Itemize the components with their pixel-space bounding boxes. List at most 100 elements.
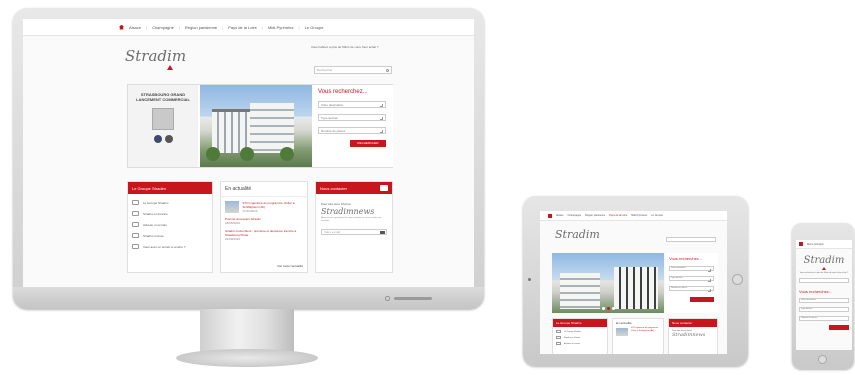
phone-type-select[interactable]: Type de bien [799,307,849,312]
phone-rooms-select[interactable]: Nombre de pièces [799,316,849,321]
nav-item-region-parisienne[interactable]: Région parisienne [185,25,217,30]
search-button[interactable]: RECHERCHER [350,140,386,147]
phone-icon [132,244,139,249]
tablet-rooms-select[interactable]: Nombre de pièces [669,286,714,292]
phone-search-input[interactable] [799,278,849,283]
logo-triangle-icon [822,267,826,270]
certification-badge-icon [164,135,173,143]
property-type-select[interactable]: Type de bien [318,114,386,121]
newsletter-text: Pour être tenu informé [321,202,351,206]
devices-mockup: Alsace | Champagne | Région parisienne | Pa… [0,0,855,375]
tablet-logo[interactable]: Stradim [555,228,600,241]
building-icon [556,330,561,333]
tablet-search-button[interactable] [690,297,714,302]
phone-search-title: Vous recherchez... [799,289,833,294]
newsletter-description: Abonnez-vous gratuitement à notre newsle… [321,217,382,222]
nav-item-pays-de-la-loire[interactable]: Pays de la Loire [228,25,257,30]
main-nav: Alsace | Champagne | Région parisienne | Pa… [23,19,474,36]
nav-item-alsace[interactable]: Alsace [129,25,141,30]
search-panel-title: Vous recherchez... [318,89,368,95]
rooms-select[interactable]: Nombre de pièces [318,127,386,134]
phone-nav[interactable]: Menu principal [796,240,852,249]
home-icon[interactable] [119,24,124,30]
group-box: Le Groupe Stradim Le Groupe Stradim Stra… [127,181,213,273]
tablet-nav-item-active[interactable]: Pays de la Loire [609,214,627,217]
tablet-search-panel: Vous recherchez... Votre destination Typ… [666,253,718,313]
map-icon [132,211,139,216]
tablet-contact-title[interactable]: Nous contacter [669,319,717,327]
group-box-title: Le Groupe Stradim [128,182,212,194]
phone-screen: Menu principal Stradim Vous recherchez à… [796,240,852,350]
phone-search-button[interactable] [829,325,849,330]
tablet-home-button[interactable] [732,274,743,285]
hero-banner: STRASBOURG GRAND LANCEMENT COMMERCIAL Vo… [127,84,393,168]
tablet-nav-item[interactable]: Le Groupe [651,214,663,217]
map-icon [556,336,561,339]
monitor-led-icon [385,296,390,301]
land-icon [132,222,139,227]
slider-dot[interactable] [602,307,605,310]
tablet-contact-box: Nous contacter Pour être tenu informé St… [668,318,718,354]
tablet-camera-icon [528,278,531,281]
newsletter-email-input[interactable]: Votre e-mail [321,229,387,235]
group-link[interactable]: Stradim en France [132,211,208,216]
search-placeholder: Rechercher [317,68,333,72]
tablet-news-title: En actualité [616,321,632,325]
tablet-search-title: Vous recherchez... [669,256,703,261]
phone-home-button[interactable] [818,355,827,364]
tablet-group-link[interactable]: Stradim en France [556,336,604,339]
land-icon [556,342,561,345]
tablet-nav-item[interactable]: Région parisienne [585,214,605,217]
newsletter-brand: Stradimnews [321,207,375,216]
mail-icon[interactable] [380,185,388,191]
tablet-nav-item[interactable]: Champagne [568,214,582,217]
tablet-nav-item[interactable]: Alsace [556,214,564,217]
tablet-nav-item[interactable]: Midi-Pyrénées [631,214,647,217]
tablet-nav: Alsace Champagne Région parisienne Pays … [540,211,727,221]
banner-promo[interactable]: STRASBOURG GRAND LANCEMENT COMMERCIAL [128,85,198,167]
logo-triangle-icon [167,65,173,70]
group-link[interactable]: Stradim recrute [132,233,208,238]
nav-item-midi-pyrenees[interactable]: Midi-Pyrénées [268,25,294,30]
news-item[interactable]: Stradim Colombiers : première et deuxièm… [225,229,303,241]
tablet-type-select[interactable]: Type de bien [669,276,714,282]
banner-thumbnail [152,108,174,130]
all-news-link[interactable]: Voir toute l'actualité [277,264,303,268]
slider-dot[interactable] [612,307,615,310]
tablet-group-link[interactable]: Le Groupe Stradim [556,330,604,333]
contact-box: Nous contacter Pour être tenu informé St… [315,181,393,273]
banner-title: STRASBOURG GRAND LANCEMENT COMMERCIAL [136,92,190,102]
tablet-group-title: Le Groupe Stradim [553,319,607,327]
monitor-power-bar [394,297,432,300]
news-thumbnail [225,201,240,213]
phone-tagline: Vous recherchez à plus de 50km de votre … [799,272,849,274]
search-input[interactable]: Rechercher [314,66,392,74]
tablet-search-input[interactable] [666,237,716,242]
site-logo[interactable]: Stradim [125,47,186,65]
desktop-monitor: Alsace | Champagne | Région parisienne | Pa… [13,8,484,309]
nav-item-champagne[interactable]: Champagne [152,25,174,30]
search-icon[interactable] [386,69,389,72]
home-icon[interactable] [799,242,803,246]
monitor-base [176,349,318,367]
group-link[interactable]: Acheter un terrain [132,222,208,227]
destination-select[interactable]: Votre destination [318,101,386,108]
slider-dot-active[interactable] [607,307,610,310]
tablet-hero-slider[interactable] [552,253,664,313]
phone-logo[interactable]: Stradim [796,255,852,266]
group-link[interactable]: Le Groupe Stradim [132,200,208,205]
banner-building-image[interactable] [200,85,312,167]
tagline[interactable]: Vous habitez à plus de 50km de votre fut… [311,45,379,49]
tablet-group-link[interactable]: Acheter un terrain [556,342,604,345]
nav-item-le-groupe[interactable]: Le Groupe [305,25,324,30]
news-item[interactable]: STO Ingénierie du programme Visitor à Sc… [225,201,303,213]
tablet-news-thumbnail[interactable] [616,328,628,336]
tablet-destination-select[interactable]: Votre destination [669,266,714,272]
group-link[interactable]: Vous avez un terrain à vendre ? [132,244,208,249]
home-icon[interactable] [548,213,552,218]
phone-menu-label[interactable]: Menu principal [807,243,823,246]
news-item[interactable]: Premier Accession Stradim 18/06/2016 [225,217,303,225]
phone-destination-select[interactable]: Votre destination [799,298,849,303]
tablet-news-box: En actualité STO Ingénierie du programme… [612,318,664,354]
monitor-stand [200,309,294,353]
